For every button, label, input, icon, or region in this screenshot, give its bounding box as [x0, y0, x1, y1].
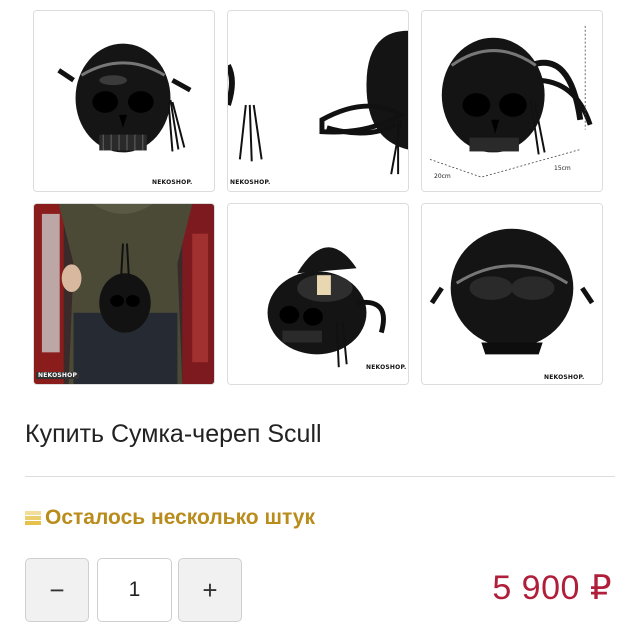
watermark: NEKOSHOP. — [230, 179, 271, 186]
divider — [25, 476, 615, 477]
stock-level-icon — [25, 510, 41, 526]
product-gallery: NEKOSHOP. NEKOSHOP. 20cm 15cm NEKOSHOP N… — [0, 0, 640, 400]
gallery-thumbnail-1[interactable]: NEKOSHOP. — [33, 10, 215, 192]
dimension-width-label: 20cm — [434, 173, 451, 180]
watermark: NEKOSHOP. — [366, 364, 407, 371]
skull-bag-front-image — [34, 11, 214, 191]
stock-status: Осталось несколько штук — [25, 506, 315, 530]
quantity-increase-button[interactable]: + — [178, 558, 242, 622]
skull-bag-dimensions-image — [422, 11, 602, 191]
stock-status-text: Осталось несколько штук — [45, 506, 315, 529]
product-price: 5 900 ₽ — [492, 569, 612, 607]
gallery-thumbnail-6[interactable]: NEKOSHOP. — [421, 203, 603, 385]
quantity-decrease-button[interactable]: − — [25, 558, 89, 622]
skull-bag-worn-image — [34, 204, 214, 384]
gallery-thumbnail-4[interactable]: NEKOSHOP — [33, 203, 215, 385]
gallery-thumbnail-2[interactable]: NEKOSHOP. — [227, 10, 409, 192]
dimension-depth-label: 15cm — [554, 165, 571, 172]
quantity-input[interactable] — [97, 558, 172, 622]
watermark: NEKOSHOP. — [544, 374, 585, 381]
product-title: Купить Сумка-череп Scull — [25, 420, 322, 448]
skull-bag-open-image — [228, 204, 408, 384]
gallery-thumbnail-5[interactable]: NEKOSHOP. — [227, 203, 409, 385]
watermark: NEKOSHOP. — [152, 179, 193, 186]
skull-bag-back-image — [422, 204, 602, 384]
skull-bag-strap-image — [228, 11, 408, 191]
watermark: NEKOSHOP — [36, 372, 80, 379]
gallery-thumbnail-3[interactable]: 20cm 15cm — [421, 10, 603, 192]
